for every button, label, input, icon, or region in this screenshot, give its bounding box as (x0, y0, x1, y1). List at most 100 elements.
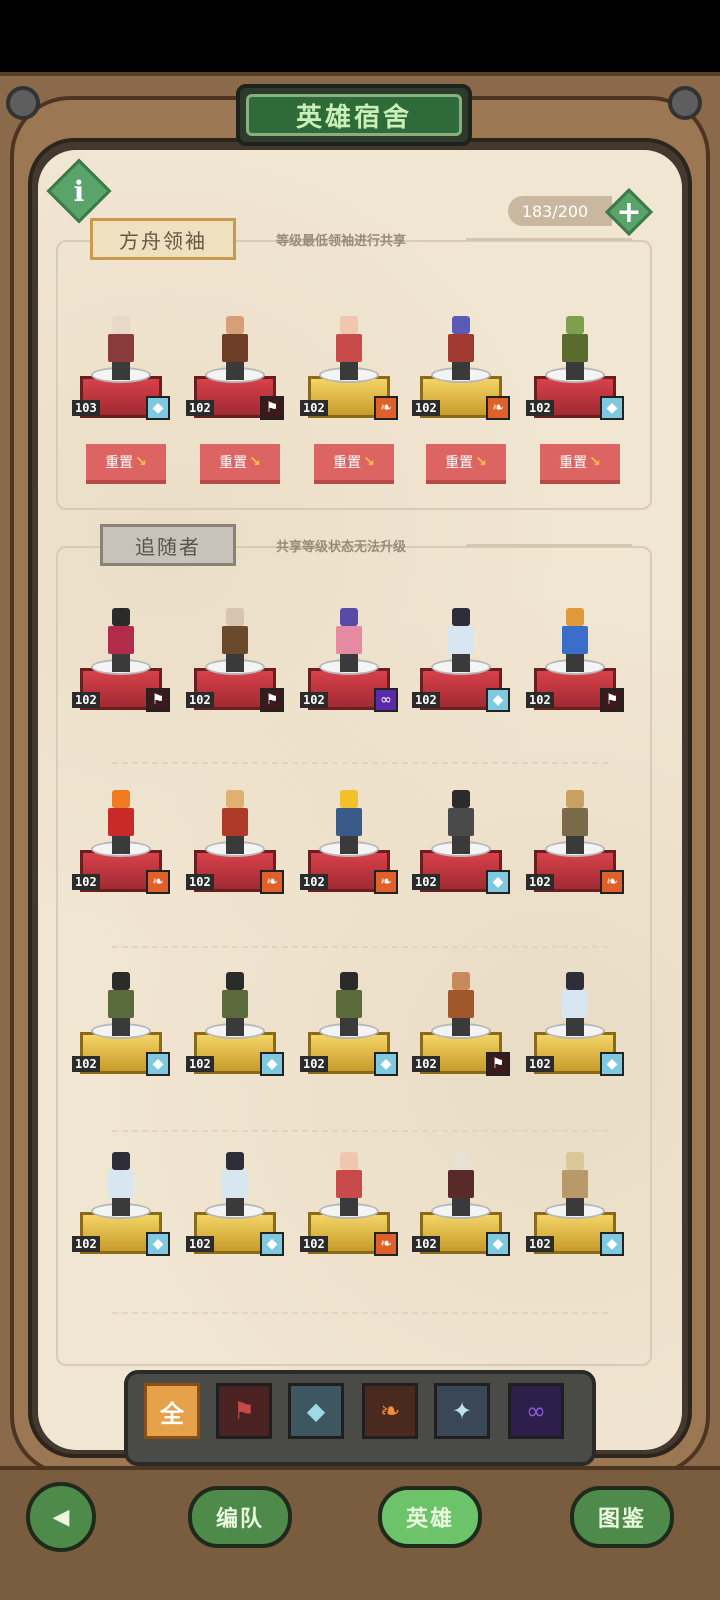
dark-faction-icon: ⚑ (486, 1052, 510, 1076)
hero-card[interactable]: 102 ◆ (526, 286, 630, 426)
hero-level: 102 (72, 1236, 100, 1252)
reset-button[interactable]: 重置 ↘ (540, 444, 620, 484)
hero-card[interactable]: 102 ⚑ (186, 578, 290, 718)
hero-card[interactable]: 102 ◆ (412, 578, 516, 718)
flame-faction-icon: ❧ (146, 870, 170, 894)
hero-level: 102 (526, 400, 554, 416)
hero-level: 102 (300, 692, 328, 708)
hero-level: 102 (186, 1236, 214, 1252)
wolf-faction-filter-button[interactable]: ◆ (288, 1383, 344, 1439)
reset-arrow-icon: ↘ (363, 454, 375, 470)
hero-head (452, 1152, 470, 1170)
void-faction-filter-button[interactable]: ∞ (508, 1383, 564, 1439)
all-filter-button[interactable]: 全 (144, 1383, 200, 1439)
hero-legs (112, 836, 130, 854)
wolf-faction-icon: ◆ (600, 1052, 624, 1076)
hero-legs (340, 1018, 358, 1036)
wolf-faction-icon: ◆ (146, 396, 170, 420)
hero-legs (566, 836, 584, 854)
hero-level: 102 (412, 692, 440, 708)
hero-card[interactable]: 102 ❧ (72, 760, 176, 900)
hero-level: 102 (412, 1056, 440, 1072)
hero-body (222, 808, 248, 836)
hero-card[interactable]: 102 ◆ (412, 760, 516, 900)
back-button[interactable]: ◀ (26, 1482, 96, 1552)
hero-figure (560, 972, 590, 1036)
hero-body (108, 626, 134, 654)
hero-card[interactable]: 102 ⚑ (412, 942, 516, 1082)
blue-faction-filter-button[interactable]: ✦ (434, 1383, 490, 1439)
row-divider (112, 1312, 608, 1314)
hero-card[interactable]: 102 ◆ (72, 942, 176, 1082)
reset-label: 重置 (105, 455, 134, 471)
hero-body (336, 626, 362, 654)
hero-legs (340, 362, 358, 380)
hero-body (562, 808, 588, 836)
hero-figure (334, 1152, 364, 1216)
hero-level: 102 (186, 1056, 214, 1072)
flame-faction-icon: ❧ (379, 1397, 401, 1425)
hero-card[interactable]: 102 ❧ (300, 1122, 404, 1262)
reset-label: 重置 (333, 455, 362, 471)
follower-section-note: 共享等级状态无法升级 (276, 540, 407, 555)
hero-body (562, 626, 588, 654)
hero-card[interactable]: 102 ∞ (300, 578, 404, 718)
hero-card[interactable]: 102 ⚑ (72, 578, 176, 718)
reset-label: 重置 (219, 455, 248, 471)
hero-body (222, 626, 248, 654)
hero-card[interactable]: 102 ⚑ (186, 286, 290, 426)
reset-button[interactable]: 重置 ↘ (314, 444, 394, 484)
hero-card[interactable]: 102 ◆ (186, 942, 290, 1082)
hero-card[interactable]: 102 ⚑ (526, 578, 630, 718)
hero-legs (340, 836, 358, 854)
wolf-faction-icon: ◆ (600, 1232, 624, 1256)
hero-body (108, 808, 134, 836)
hero-head (226, 608, 244, 626)
hero-card[interactable]: 102 ❧ (526, 760, 630, 900)
row-divider (112, 762, 608, 764)
flame-faction-filter-button[interactable]: ❧ (362, 1383, 418, 1439)
hero-body (448, 334, 474, 362)
hero-legs (340, 1198, 358, 1216)
codex-button[interactable]: 图鉴 (570, 1486, 674, 1548)
info-icon[interactable]: i (56, 168, 102, 214)
wolf-faction-icon: ◆ (260, 1052, 284, 1076)
dark-faction-filter-button[interactable]: ⚑ (216, 1383, 272, 1439)
hero-level: 102 (412, 400, 440, 416)
hero-card[interactable]: 102 ❧ (300, 760, 404, 900)
hero-legs (226, 362, 244, 380)
wolf-faction-icon: ◆ (306, 1397, 326, 1425)
hero-legs (452, 1018, 470, 1036)
hero-level: 102 (72, 1056, 100, 1072)
hero-figure (106, 316, 136, 380)
hero-card[interactable]: 102 ◆ (412, 1122, 516, 1262)
hero-head (566, 790, 584, 808)
hero-card[interactable]: 102 ◆ (526, 1122, 630, 1262)
dark-faction-icon: ⚑ (260, 688, 284, 712)
wolf-faction-icon: ◆ (146, 1232, 170, 1256)
team-button[interactable]: 编队 (188, 1486, 292, 1548)
hero-card[interactable]: 102 ❧ (186, 760, 290, 900)
hero-card[interactable]: 102 ◆ (186, 1122, 290, 1262)
reset-button[interactable]: 重置 ↘ (426, 444, 506, 484)
row-divider (112, 1130, 608, 1132)
reset-arrow-icon: ↘ (475, 454, 487, 470)
reset-button[interactable]: 重置 ↘ (200, 444, 280, 484)
hero-level: 103 (72, 400, 100, 416)
hero-body (108, 990, 134, 1018)
void-faction-icon: ∞ (526, 1397, 546, 1425)
hero-card[interactable]: 102 ◆ (300, 942, 404, 1082)
hero-card[interactable]: 102 ❧ (300, 286, 404, 426)
hero-figure (560, 608, 590, 672)
hero-level: 102 (72, 874, 100, 890)
hero-card[interactable]: 103 ◆ (72, 286, 176, 426)
hero-head (226, 790, 244, 808)
hero-card[interactable]: 102 ◆ (526, 942, 630, 1082)
hero-card[interactable]: 102 ❧ (412, 286, 516, 426)
plus-icon[interactable]: + (610, 193, 648, 231)
heroes-button[interactable]: 英雄 (378, 1486, 482, 1548)
hero-card[interactable]: 102 ◆ (72, 1122, 176, 1262)
hero-body (562, 1170, 588, 1198)
reset-button[interactable]: 重置 ↘ (86, 444, 166, 484)
follower-section-tag: 追随者 (100, 524, 236, 566)
